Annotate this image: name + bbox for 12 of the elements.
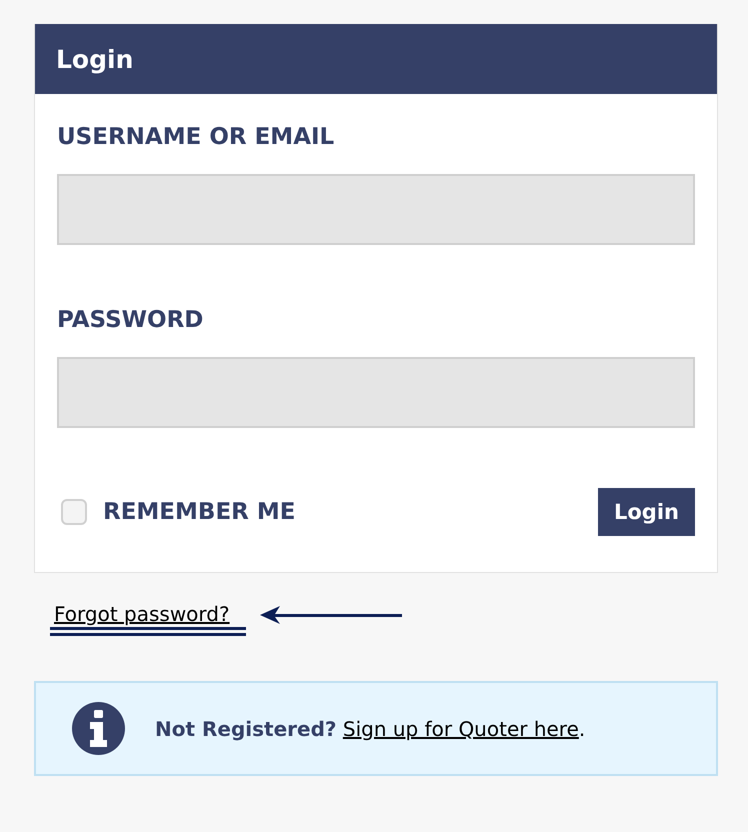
panel-title: Login (35, 24, 717, 94)
input-field[interactable] (57, 357, 695, 428)
login-button[interactable]: Login (598, 488, 695, 536)
checkbox-label: REMEMBER ME (103, 499, 296, 525)
forgot-password-link[interactable]: Forgot password? (50, 602, 246, 626)
registration-notice: Not Registered? Sign up for Quoter here. (155, 716, 586, 740)
sign-up-link[interactable]: Sign up for Quoter here (342, 716, 579, 740)
field-label: PASSWORD (57, 307, 204, 333)
field-label: USERNAME OR EMAIL (57, 124, 336, 150)
input-field[interactable] (57, 174, 695, 245)
checkbox[interactable] (61, 499, 87, 525)
info-icon (72, 702, 125, 755)
